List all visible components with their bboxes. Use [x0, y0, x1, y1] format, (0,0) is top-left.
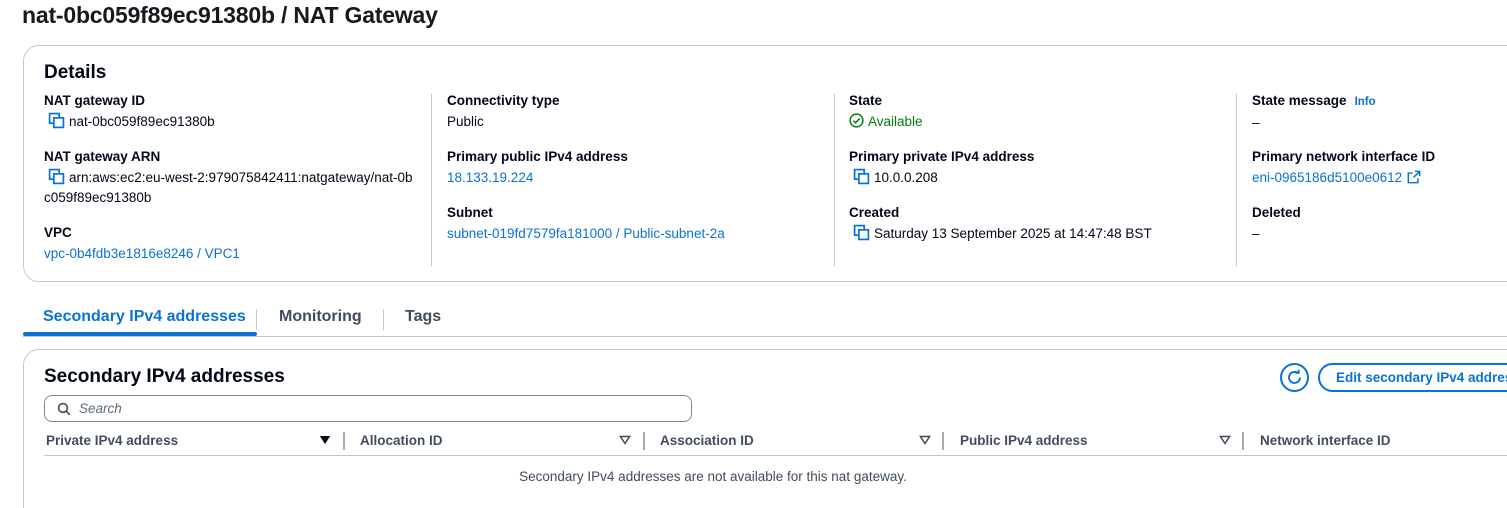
tab-divider: [383, 309, 384, 330]
created-text: Saturday 13 September 2025 at 14:47:48 B…: [874, 226, 1152, 241]
edit-secondary-ipv4-button[interactable]: Edit secondary IPv4 addresses: [1318, 363, 1507, 392]
nat-gateway-id-text: nat-0bc059f89ec91380b: [69, 114, 215, 129]
sort-filled-icon[interactable]: [319, 435, 331, 445]
state-message-value: –: [1252, 115, 1260, 130]
subnet-label: Subnet: [447, 205, 493, 220]
primary-public-ipv4-value: 18.133.19.224: [447, 168, 628, 188]
copy-icon[interactable]: [853, 224, 870, 241]
created-field: Created Saturday 13 September 2025 at 14…: [849, 204, 1152, 244]
tab-divider: [256, 309, 257, 330]
empty-table-message: Secondary IPv4 addresses are not availab…: [519, 469, 907, 484]
column-divider: [1236, 94, 1237, 266]
column-divider[interactable]: [343, 432, 345, 450]
primary-public-ipv4-link[interactable]: 18.133.19.224: [447, 170, 533, 185]
search-input[interactable]: [79, 399, 679, 418]
subnet-link[interactable]: subnet-019fd7579fa181000 / Public-subnet…: [447, 226, 725, 241]
tab-tags[interactable]: Tags: [405, 308, 441, 326]
nat-gateway-id-label: NAT gateway ID: [44, 93, 146, 108]
tabs: Secondary IPv4 addresses Monitoring Tags: [23, 300, 1507, 337]
details-panel: Details NAT gateway ID nat-0bc059f89ec91…: [23, 45, 1507, 282]
refresh-icon: [1288, 369, 1301, 384]
deleted-label: Deleted: [1252, 205, 1301, 220]
status-available-icon: [849, 113, 864, 128]
connectivity-type-value: Public: [447, 114, 484, 129]
nat-gateway-arn-field: NAT gateway ARN arn:aws:ec2:eu-west-2:97…: [44, 148, 419, 208]
external-link-icon[interactable]: [1407, 170, 1421, 184]
primary-network-interface-value: eni-0965186d5100e0612: [1252, 168, 1435, 188]
state-value: Available: [849, 112, 923, 132]
primary-private-ipv4-text: 10.0.0.208: [874, 170, 938, 185]
search-box: [44, 395, 692, 422]
created-value: Saturday 13 September 2025 at 14:47:48 B…: [849, 224, 1152, 244]
column-divider: [834, 94, 835, 266]
nat-gateway-id-field: NAT gateway ID nat-0bc059f89ec91380b: [44, 92, 215, 132]
created-label: Created: [849, 205, 900, 220]
primary-private-ipv4-value: 10.0.0.208: [849, 168, 1034, 188]
details-column-4: State message Info – Primary network inte…: [1252, 92, 1507, 268]
primary-private-ipv4-field: Primary private IPv4 address 10.0.0.208: [849, 148, 1034, 188]
column-header-public-ipv4[interactable]: Public IPv4 address: [960, 433, 1088, 448]
nat-gateway-arn-label: NAT gateway ARN: [44, 149, 161, 164]
deleted-field: Deleted –: [1252, 204, 1301, 244]
details-heading: Details: [44, 62, 107, 83]
column-header-network-interface-id[interactable]: Network interface ID: [1260, 433, 1391, 448]
state-message-field: State message Info –: [1252, 92, 1376, 133]
nat-gateway-arn-text: arn:aws:ec2:eu-west-2:979075842411:natga…: [44, 170, 413, 205]
state-text: Available: [868, 114, 923, 129]
sort-icon[interactable]: [1219, 435, 1231, 445]
subnet-value: subnet-019fd7579fa181000 / Public-subnet…: [447, 224, 725, 244]
state-message-label: State message: [1252, 93, 1347, 108]
column-divider[interactable]: [1242, 432, 1244, 450]
connectivity-type-label: Connectivity type: [447, 93, 560, 108]
state-message-label-row: State message Info: [1252, 92, 1376, 111]
state-field: State Available: [849, 92, 923, 132]
vpc-value: vpc-0b4fdb3e1816e8246 / VPC1: [44, 244, 240, 264]
details-column-1: NAT gateway ID nat-0bc059f89ec91380b NAT…: [44, 92, 429, 268]
sort-icon[interactable]: [619, 435, 631, 445]
copy-icon[interactable]: [853, 168, 870, 185]
column-divider[interactable]: [942, 432, 944, 450]
primary-network-interface-link[interactable]: eni-0965186d5100e0612: [1252, 170, 1402, 185]
nat-gateway-arn-value: arn:aws:ec2:eu-west-2:979075842411:natga…: [44, 168, 419, 208]
details-column-2: Connectivity type Public Primary public …: [447, 92, 832, 268]
primary-private-ipv4-label: Primary private IPv4 address: [849, 149, 1035, 164]
primary-public-ipv4-field: Primary public IPv4 address 18.133.19.22…: [447, 148, 628, 188]
copy-icon[interactable]: [48, 112, 65, 129]
column-divider[interactable]: [643, 432, 645, 450]
active-tab-indicator: [23, 332, 257, 336]
column-header-association-id[interactable]: Association ID: [660, 433, 754, 448]
primary-network-interface-field: Primary network interface ID eni-0965186…: [1252, 148, 1435, 188]
search-icon: [57, 402, 71, 416]
sort-icon[interactable]: [919, 435, 931, 445]
vpc-field: VPC vpc-0b4fdb3e1816e8246 / VPC1: [44, 224, 240, 264]
tab-monitoring[interactable]: Monitoring: [279, 308, 362, 326]
info-link[interactable]: Info: [1355, 96, 1376, 108]
subnet-field: Subnet subnet-019fd7579fa181000 / Public…: [447, 204, 725, 244]
table-header: Private IPv4 address Allocation ID Assoc…: [44, 429, 1507, 456]
connectivity-type-field: Connectivity type Public: [447, 92, 560, 132]
refresh-button[interactable]: [1280, 363, 1309, 392]
secondary-ipv4-heading: Secondary IPv4 addresses: [44, 366, 285, 387]
state-label: State: [849, 93, 883, 108]
deleted-value: –: [1252, 226, 1260, 241]
copy-icon[interactable]: [48, 168, 65, 185]
secondary-ipv4-panel: Secondary IPv4 addresses Edit secondary …: [23, 349, 1507, 508]
vpc-link[interactable]: vpc-0b4fdb3e1816e8246 / VPC1: [44, 246, 240, 261]
tab-secondary-ipv4-addresses[interactable]: Secondary IPv4 addresses: [43, 308, 246, 326]
column-divider: [431, 94, 432, 266]
primary-network-interface-label: Primary network interface ID: [1252, 149, 1436, 164]
column-header-private-ipv4[interactable]: Private IPv4 address: [46, 433, 178, 448]
column-header-allocation-id[interactable]: Allocation ID: [360, 433, 443, 448]
vpc-label: VPC: [44, 225, 72, 240]
details-column-3: State Available Primary private IPv4 add…: [849, 92, 1234, 268]
page-title: nat-0bc059f89ec91380b / NAT Gateway: [22, 2, 438, 28]
nat-gateway-id-value: nat-0bc059f89ec91380b: [44, 112, 215, 132]
primary-public-ipv4-label: Primary public IPv4 address: [447, 149, 628, 164]
